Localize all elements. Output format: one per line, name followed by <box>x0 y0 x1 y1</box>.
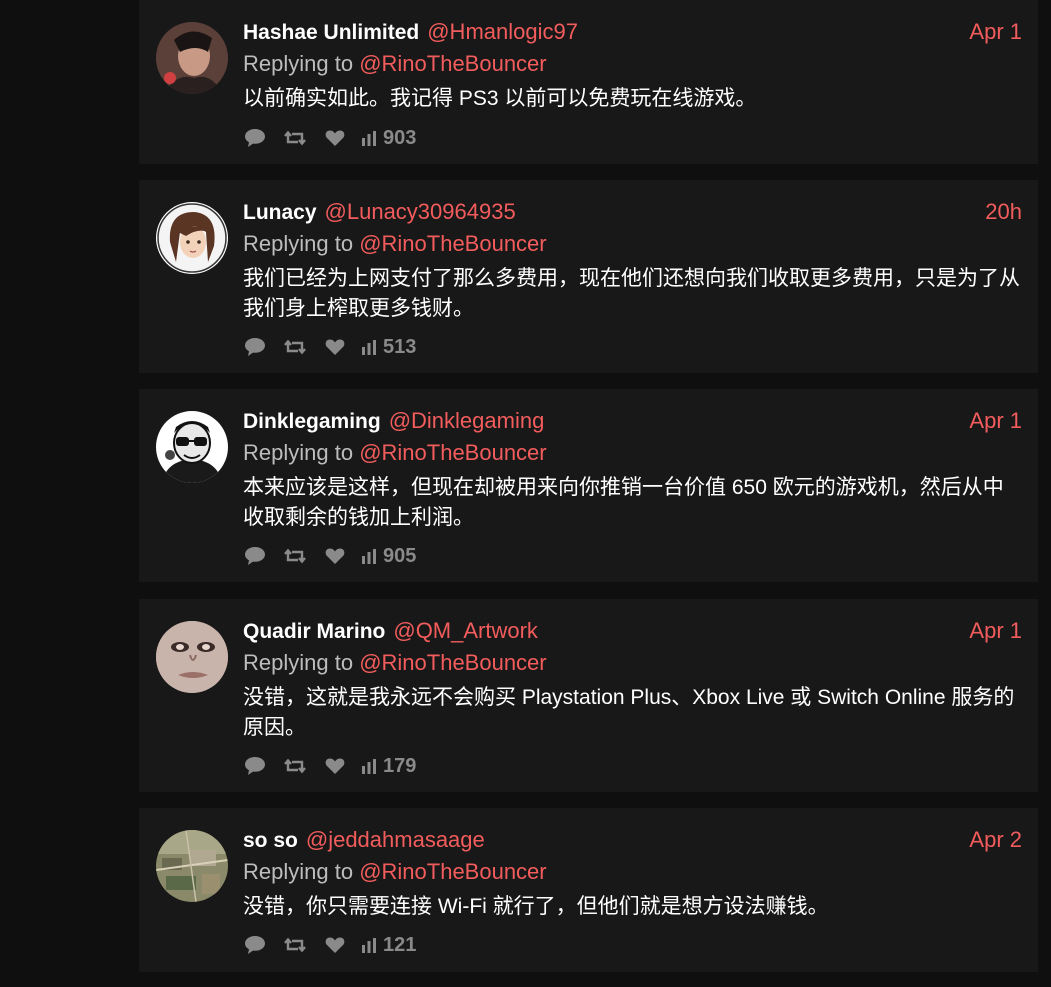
avatar[interactable] <box>156 202 228 274</box>
reply-card[interactable]: Lunacy @Lunacy30964935 20h Replying to @R… <box>139 180 1038 373</box>
retweet-icon[interactable] <box>283 126 307 150</box>
heart-icon[interactable] <box>323 126 347 150</box>
bar-chart-icon <box>362 549 376 564</box>
bar-chart-icon <box>362 938 376 953</box>
replying-prefix: Replying to <box>243 231 360 256</box>
mention-link[interactable]: @RinoTheBouncer <box>359 51 546 76</box>
views-stat[interactable]: 905 <box>361 544 416 568</box>
action-bar: 513 <box>243 335 416 359</box>
replying-to: Replying to @RinoTheBouncer <box>243 49 547 79</box>
author-name[interactable]: Lunacy <box>243 201 317 224</box>
author-name[interactable]: so so <box>243 829 298 852</box>
replying-prefix: Replying to <box>243 440 360 465</box>
reply-icon[interactable] <box>243 126 267 150</box>
replying-to: Replying to @RinoTheBouncer <box>243 438 547 468</box>
mention-link[interactable]: @RinoTheBouncer <box>359 440 546 465</box>
reply-icon[interactable] <box>243 754 267 778</box>
timestamp[interactable]: Apr 2 <box>969 826 1022 854</box>
reply-text: 以前确实如此。我记得 PS3 以前可以免费玩在线游戏。 <box>243 87 757 110</box>
mention-link[interactable]: @RinoTheBouncer <box>359 650 546 675</box>
author-handle[interactable]: @QM_Artwork <box>393 618 538 643</box>
retweet-icon[interactable] <box>283 544 307 568</box>
reply-text: 没错，这就是我永远不会购买 Playstation Plus、Xbox Live… <box>243 686 1015 739</box>
avatar[interactable] <box>156 22 228 94</box>
reply-icon[interactable] <box>243 544 267 568</box>
reply-card[interactable]: Quadir Marino @QM_Artwork Apr 1 Replying … <box>139 599 1038 792</box>
action-bar: 905 <box>243 544 416 568</box>
heart-icon[interactable] <box>323 754 347 778</box>
views-count: 903 <box>383 126 417 149</box>
avatar[interactable] <box>156 830 228 902</box>
reply-text: 我们已经为上网支付了那么多费用，现在他们还想向我们收取更多费用，只是为了从我们身… <box>243 267 1020 320</box>
reply-card[interactable]: Hashae Unlimited @Hmanlogic97 Apr 1 Reply… <box>139 0 1038 164</box>
reply-text: 没错，你只需要连接 Wi-Fi 就行了，但他们就是想方设法赚钱。 <box>243 895 829 918</box>
action-bar: 121 <box>243 933 416 957</box>
replying-to: Replying to @RinoTheBouncer <box>243 857 547 887</box>
reply-card[interactable]: so so @jeddahmasaage Apr 2 Replying to @R… <box>139 808 1038 972</box>
replying-prefix: Replying to <box>243 859 360 884</box>
heart-icon[interactable] <box>323 933 347 957</box>
views-count: 179 <box>383 754 417 777</box>
retweet-icon[interactable] <box>283 933 307 957</box>
author-name[interactable]: Hashae Unlimited <box>243 21 419 44</box>
bar-chart-icon <box>362 131 376 146</box>
replying-prefix: Replying to <box>243 51 360 76</box>
replying-prefix: Replying to <box>243 650 360 675</box>
timestamp[interactable]: 20h <box>985 198 1022 226</box>
timestamp[interactable]: Apr 1 <box>969 407 1022 435</box>
reply-icon[interactable] <box>243 335 267 359</box>
mention-link[interactable]: @RinoTheBouncer <box>359 231 546 256</box>
views-stat[interactable]: 179 <box>361 754 416 778</box>
author-handle[interactable]: @Dinklegaming <box>389 408 545 433</box>
bar-chart-icon <box>362 759 376 774</box>
heart-icon[interactable] <box>323 335 347 359</box>
views-stat[interactable]: 903 <box>361 126 416 150</box>
retweet-icon[interactable] <box>283 335 307 359</box>
action-bar: 179 <box>243 754 416 778</box>
mention-link[interactable]: @RinoTheBouncer <box>359 859 546 884</box>
timestamp[interactable]: Apr 1 <box>969 617 1022 645</box>
avatar[interactable] <box>156 411 228 483</box>
author-name[interactable]: Dinklegaming <box>243 410 381 433</box>
action-bar: 903 <box>243 126 416 150</box>
reply-card[interactable]: Dinklegaming @Dinklegaming Apr 1 Replying… <box>139 389 1038 582</box>
bar-chart-icon <box>362 340 376 355</box>
views-count: 513 <box>383 335 417 358</box>
author-handle[interactable]: @Hmanlogic97 <box>427 19 578 44</box>
retweet-icon[interactable] <box>283 754 307 778</box>
author-name[interactable]: Quadir Marino <box>243 620 385 643</box>
views-count: 121 <box>383 933 417 956</box>
reply-icon[interactable] <box>243 933 267 957</box>
timestamp[interactable]: Apr 1 <box>969 18 1022 46</box>
views-count: 905 <box>383 544 417 567</box>
reply-text: 本来应该是这样，但现在却被用来向你推销一台价值 650 欧元的游戏机，然后从中收… <box>243 476 1004 529</box>
heart-icon[interactable] <box>323 544 347 568</box>
replying-to: Replying to @RinoTheBouncer <box>243 229 547 259</box>
views-stat[interactable]: 121 <box>361 933 416 957</box>
author-handle[interactable]: @jeddahmasaage <box>306 827 485 852</box>
replying-to: Replying to @RinoTheBouncer <box>243 648 547 678</box>
author-handle[interactable]: @Lunacy30964935 <box>325 199 516 224</box>
views-stat[interactable]: 513 <box>361 335 416 359</box>
avatar[interactable] <box>156 621 228 693</box>
